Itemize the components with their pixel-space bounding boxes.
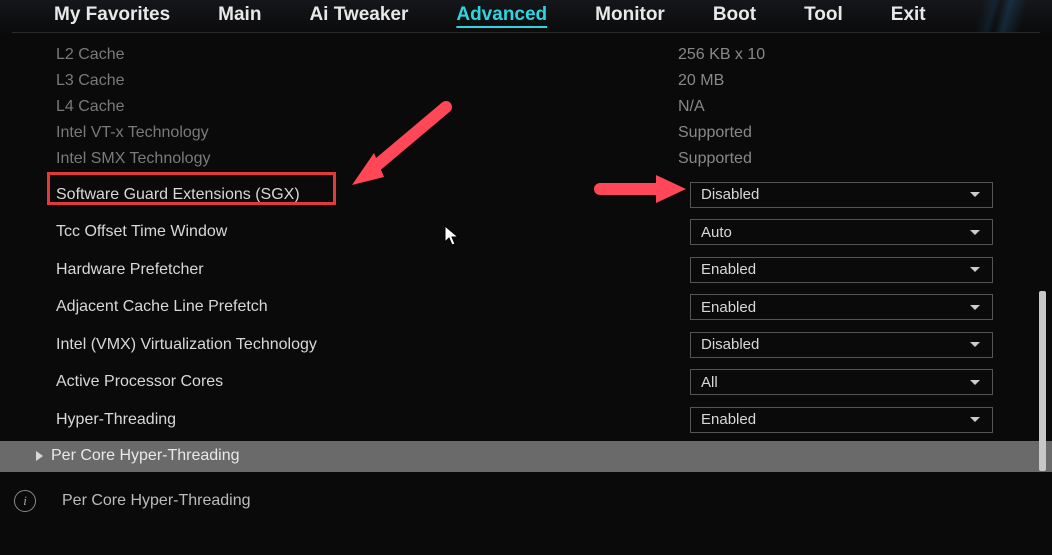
setting-tcc: Tcc Offset Time Window Auto — [0, 214, 1052, 252]
setting-vmx: Intel (VMX) Virtualization Technology Di… — [0, 326, 1052, 364]
info-label: L4 Cache — [56, 98, 678, 116]
sgx-dropdown[interactable]: Disabled — [690, 182, 993, 208]
setting-label: Tcc Offset Time Window — [56, 223, 690, 241]
hw-prefetch-dropdown[interactable]: Enabled — [690, 257, 993, 283]
nav-decoration — [932, 0, 1052, 32]
info-row-l4: L4 Cache N/A — [0, 94, 1052, 120]
chevron-right-icon — [36, 451, 43, 461]
chevron-down-icon — [970, 230, 980, 235]
dropdown-value: All — [701, 374, 718, 391]
nav-monitor[interactable]: Monitor — [571, 4, 689, 26]
info-label: L2 Cache — [56, 46, 678, 64]
nav-ai-tweaker[interactable]: Ai Tweaker — [285, 4, 432, 26]
content-area: L2 Cache 256 KB x 10 L3 Cache 20 MB L4 C… — [0, 36, 1052, 512]
info-value: 20 MB — [678, 72, 724, 90]
chevron-down-icon — [970, 305, 980, 310]
nav-divider — [12, 32, 1040, 33]
dropdown-value: Enabled — [701, 411, 756, 428]
info-value: N/A — [678, 98, 705, 116]
main-nav: My Favorites Main Ai Tweaker Advanced Mo… — [0, 0, 1052, 36]
nav-advanced[interactable]: Advanced — [432, 4, 571, 26]
setting-label: Active Processor Cores — [56, 373, 690, 391]
nav-tool[interactable]: Tool — [780, 4, 867, 26]
dropdown-value: Enabled — [701, 261, 756, 278]
nav-main[interactable]: Main — [194, 4, 285, 26]
help-bar: i Per Core Hyper-Threading — [0, 472, 1052, 512]
chevron-down-icon — [970, 267, 980, 272]
nav-boot[interactable]: Boot — [689, 4, 780, 26]
dropdown-value: Enabled — [701, 299, 756, 316]
vmx-dropdown[interactable]: Disabled — [690, 332, 993, 358]
info-label: Intel SMX Technology — [56, 150, 678, 168]
submenu-label: Per Core Hyper-Threading — [51, 447, 240, 465]
setting-label: Software Guard Extensions (SGX) — [56, 186, 690, 204]
tcc-dropdown[interactable]: Auto — [690, 219, 993, 245]
scrollbar[interactable] — [1039, 291, 1046, 471]
chevron-down-icon — [970, 342, 980, 347]
dropdown-value: Disabled — [701, 336, 759, 353]
setting-cores: Active Processor Cores All — [0, 364, 1052, 402]
info-row-l3: L3 Cache 20 MB — [0, 68, 1052, 94]
nav-favorites[interactable]: My Favorites — [30, 4, 194, 26]
chevron-down-icon — [970, 192, 980, 197]
setting-label: Hyper-Threading — [56, 411, 690, 429]
dropdown-value: Disabled — [701, 186, 759, 203]
setting-hw-prefetch: Hardware Prefetcher Enabled — [0, 251, 1052, 289]
info-label: L3 Cache — [56, 72, 678, 90]
cores-dropdown[interactable]: All — [690, 369, 993, 395]
info-value: Supported — [678, 124, 752, 142]
info-row-l2: L2 Cache 256 KB x 10 — [0, 42, 1052, 68]
setting-sgx: Software Guard Extensions (SGX) Disabled — [0, 176, 1052, 214]
info-value: 256 KB x 10 — [678, 46, 765, 64]
setting-adj-cache: Adjacent Cache Line Prefetch Enabled — [0, 289, 1052, 327]
setting-label: Adjacent Cache Line Prefetch — [56, 298, 690, 316]
adj-cache-dropdown[interactable]: Enabled — [690, 294, 993, 320]
dropdown-value: Auto — [701, 224, 732, 241]
setting-label: Intel (VMX) Virtualization Technology — [56, 336, 690, 354]
info-row-vtx: Intel VT-x Technology Supported — [0, 120, 1052, 146]
nav-exit[interactable]: Exit — [867, 4, 950, 26]
chevron-down-icon — [970, 417, 980, 422]
submenu-per-core-ht[interactable]: Per Core Hyper-Threading — [0, 441, 1052, 472]
chevron-down-icon — [970, 380, 980, 385]
setting-label: Hardware Prefetcher — [56, 261, 690, 279]
ht-dropdown[interactable]: Enabled — [690, 407, 993, 433]
info-row-smx: Intel SMX Technology Supported — [0, 146, 1052, 172]
info-value: Supported — [678, 150, 752, 168]
info-icon: i — [14, 490, 36, 512]
info-label: Intel VT-x Technology — [56, 124, 678, 142]
help-text: Per Core Hyper-Threading — [62, 492, 251, 510]
setting-ht: Hyper-Threading Enabled — [0, 401, 1052, 439]
